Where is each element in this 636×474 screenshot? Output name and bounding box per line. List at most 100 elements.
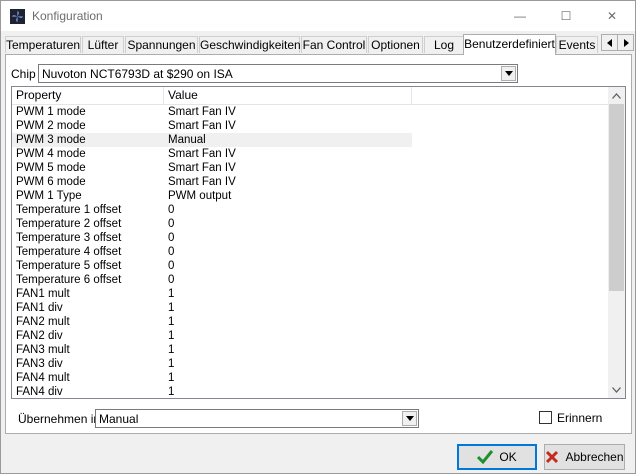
triangle-left-icon [606, 38, 612, 47]
property-cell: FAN3 mult [16, 344, 70, 356]
chevron-up-icon [612, 92, 621, 99]
property-cell: Temperature 3 offset [16, 232, 122, 244]
list-header: Property Value [12, 87, 609, 105]
property-cell: PWM 2 mode [16, 120, 86, 132]
tab-fan-control[interactable]: Fan Control [301, 36, 367, 53]
table-row[interactable]: FAN3 mult 1 [12, 343, 609, 357]
column-header-value[interactable]: Value [164, 87, 412, 104]
property-cell: Temperature 1 offset [16, 204, 122, 216]
tab-events[interactable]: Events [556, 36, 598, 53]
table-row[interactable]: FAN1 mult 1 [12, 287, 609, 301]
title-bar: Konfiguration — ☐ ✕ [1, 1, 635, 31]
table-row[interactable]: FAN2 div 1 [12, 329, 609, 343]
property-cell: FAN1 mult [16, 288, 70, 300]
table-row[interactable]: Temperature 2 offset 0 [12, 217, 609, 231]
value-cell: 1 [168, 330, 175, 342]
value-cell: 0 [168, 274, 175, 286]
property-cell: FAN1 div [16, 302, 63, 314]
table-row[interactable]: FAN2 mult 1 [12, 315, 609, 329]
table-row[interactable]: PWM 6 mode Smart Fan IV [12, 175, 609, 189]
vertical-scrollbar[interactable] [608, 87, 625, 398]
value-cell: 1 [168, 358, 175, 370]
table-row[interactable]: FAN4 mult 1 [12, 371, 609, 385]
chevron-down-icon [612, 386, 621, 393]
apply-label: Übernehmen in [18, 412, 101, 426]
value-cell: 0 [168, 204, 175, 216]
tab-log[interactable]: Log [424, 36, 464, 53]
property-cell: PWM 6 mode [16, 176, 86, 188]
tab-luefter[interactable]: Lüfter [82, 36, 124, 53]
value-cell: 1 [168, 386, 175, 398]
property-cell: FAN4 div [16, 386, 63, 398]
chevron-down-icon [501, 66, 516, 81]
apply-select[interactable]: Manual [95, 409, 419, 428]
remember-label: Erinnern [557, 411, 603, 425]
table-row[interactable]: PWM 5 mode Smart Fan IV [12, 161, 609, 175]
cancel-label: Abbrechen [565, 450, 624, 464]
scroll-thumb[interactable] [609, 104, 624, 291]
table-row[interactable]: Temperature 6 offset 0 [12, 273, 609, 287]
tab-strip: Temperaturen Lüfter Spannungen Geschwind… [5, 34, 634, 55]
table-row[interactable]: PWM 2 mode Smart Fan IV [12, 119, 609, 133]
list-rows: PWM 1 mode Smart Fan IV PWM 2 mode Smart Fa… [12, 105, 609, 398]
value-cell: 0 [168, 260, 175, 272]
value-cell: Smart Fan IV [168, 120, 236, 132]
table-row[interactable]: Temperature 3 offset 0 [12, 231, 609, 245]
apply-value: Manual [99, 412, 139, 426]
column-header-property[interactable]: Property [12, 87, 164, 104]
maximize-button[interactable]: ☐ [543, 1, 589, 31]
table-row[interactable]: PWM 3 mode Manual [12, 133, 412, 147]
tab-benutzerdefiniert[interactable]: Benutzerdefiniert [463, 34, 556, 55]
value-cell: 1 [168, 288, 175, 300]
tab-scroll-right-button[interactable] [617, 34, 634, 51]
scroll-up-button[interactable] [608, 87, 625, 104]
maximize-icon: ☐ [560, 9, 572, 23]
tab-scroll-left-button[interactable] [601, 34, 618, 51]
property-list[interactable]: Property Value PWM 1 mode Smart Fan IV PWM… [11, 86, 626, 399]
checkmark-icon [477, 450, 494, 464]
table-row[interactable]: PWM 1 Type PWM output [12, 189, 609, 203]
column-header-empty [412, 87, 609, 104]
value-cell: 1 [168, 344, 175, 356]
tab-temperaturen[interactable]: Temperaturen [5, 36, 81, 53]
property-cell: PWM 3 mode [16, 134, 86, 146]
remember-checkbox[interactable] [539, 411, 552, 424]
close-button[interactable]: ✕ [589, 1, 635, 31]
value-cell: 1 [168, 372, 175, 384]
value-cell: Smart Fan IV [168, 176, 236, 188]
property-cell: Temperature 6 offset [16, 274, 122, 286]
tab-geschwindigkeiten[interactable]: Geschwindigkeiten [199, 36, 301, 53]
ok-button[interactable]: OK [457, 444, 537, 470]
property-cell: Temperature 5 offset [16, 260, 122, 272]
table-row[interactable]: Temperature 1 offset 0 [12, 203, 609, 217]
window-title: Konfiguration [32, 9, 103, 23]
value-cell: Smart Fan IV [168, 162, 236, 174]
table-row[interactable]: Temperature 4 offset 0 [12, 245, 609, 259]
value-cell: 1 [168, 302, 175, 314]
table-row[interactable]: FAN1 div 1 [12, 301, 609, 315]
chevron-down-icon [402, 411, 417, 426]
table-row[interactable]: PWM 1 mode Smart Fan IV [12, 105, 609, 119]
value-cell: Smart Fan IV [168, 148, 236, 160]
property-cell: PWM 4 mode [16, 148, 86, 160]
property-cell: PWM 1 mode [16, 106, 86, 118]
app-fan-icon [10, 9, 25, 24]
tab-optionen[interactable]: Optionen [368, 36, 423, 53]
tab-spannungen[interactable]: Spannungen [125, 36, 198, 53]
property-cell: PWM 1 Type [16, 190, 82, 202]
close-icon: ✕ [606, 9, 618, 23]
table-row[interactable]: PWM 4 mode Smart Fan IV [12, 147, 609, 161]
table-row[interactable]: Temperature 5 offset 0 [12, 259, 609, 273]
property-cell: FAN3 div [16, 358, 63, 370]
table-row[interactable]: FAN3 div 1 [12, 357, 609, 371]
chip-select[interactable]: Nuvoton NCT6793D at $290 on ISA [38, 64, 518, 83]
scroll-down-button[interactable] [608, 381, 625, 398]
chip-value: Nuvoton NCT6793D at $290 on ISA [42, 67, 233, 81]
value-cell: PWM output [168, 190, 232, 202]
value-cell: 0 [168, 232, 175, 244]
minimize-button[interactable]: — [497, 1, 543, 31]
property-cell: Temperature 2 offset [16, 218, 122, 230]
table-row[interactable]: FAN4 div 1 [12, 385, 609, 398]
cancel-button[interactable]: Abbrechen [544, 444, 625, 470]
value-cell: Smart Fan IV [168, 106, 236, 118]
